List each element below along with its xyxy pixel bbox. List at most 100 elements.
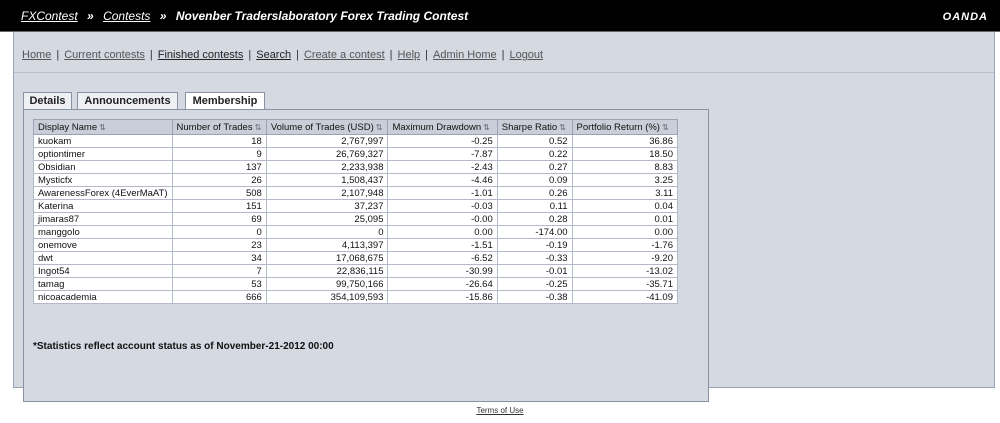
column-header-portfolio-return[interactable]: Portfolio Return (%) ⇅ (571, 119, 679, 135)
cell-number-of-trades: 53 (171, 277, 267, 291)
breadcrumb: FXContest » Contests » Novenber Tradersl… (21, 9, 468, 23)
table-row: onemove 23 4,113,397 -1.51 -0.19 -1.76 (33, 238, 679, 252)
cell-portfolio-return: 0.04 (571, 199, 679, 213)
nav-separator: | (149, 49, 153, 61)
cell-sharpe-ratio: -0.38 (496, 290, 573, 304)
cell-maximum-drawdown: -15.86 (387, 290, 498, 304)
cell-volume-of-trades: 22,836,115 (265, 264, 389, 278)
nav-help-link[interactable]: Help (398, 49, 421, 61)
cell-portfolio-return: -35.71 (571, 277, 679, 291)
nav-separator: | (296, 49, 299, 61)
cell-display-name: onemove (33, 238, 173, 252)
cell-display-name: jimaras87 (33, 212, 173, 226)
cell-maximum-drawdown: -0.25 (387, 134, 498, 148)
table-row: AwarenessForex (4EverMaAT) 508 2,107,948 -1… (33, 186, 679, 200)
cell-sharpe-ratio: 0.09 (496, 173, 573, 187)
cell-portfolio-return: 18.50 (571, 147, 679, 161)
table-row: kuokam 18 2,767,997 -0.25 0.52 36.86 (33, 134, 679, 148)
cell-sharpe-ratio: -0.25 (496, 277, 573, 291)
breadcrumb-current-page: Novenber Traderslaboratory Forex Trading… (175, 9, 469, 23)
cell-maximum-drawdown: -0.03 (387, 199, 498, 213)
cell-sharpe-ratio: 0.52 (496, 134, 573, 148)
column-header-label: Number of Trades (176, 121, 253, 133)
sort-icon[interactable]: ⇅ (483, 123, 490, 132)
sort-icon[interactable]: ⇅ (559, 123, 566, 132)
cell-number-of-trades: 23 (171, 238, 267, 252)
table-row: nicoacademia 666 354,109,593 -15.86 -0.38 -41… (33, 290, 679, 304)
cell-maximum-drawdown: -6.52 (387, 251, 498, 265)
cell-display-name: manggolo (33, 225, 173, 239)
cell-maximum-drawdown: -7.87 (387, 147, 498, 161)
cell-number-of-trades: 151 (171, 199, 267, 213)
terms-of-use-link[interactable]: Terms of Use (476, 406, 523, 415)
sort-icon[interactable]: ⇅ (376, 123, 383, 132)
cell-portfolio-return: 0.01 (571, 212, 679, 226)
cell-display-name: nicoacademia (33, 290, 173, 304)
table-row: manggolo 0 0 0.00 -174.00 0.00 (33, 225, 679, 239)
breadcrumb-contests-link[interactable]: Contests (103, 9, 150, 23)
table-row: Katerina 151 37,237 -0.03 0.11 0.04 (33, 199, 679, 213)
top-bar: FXContest » Contests » Novenber Tradersl… (0, 0, 1000, 32)
tab-announcements[interactable]: Announcements (77, 92, 178, 110)
cell-maximum-drawdown: -30.99 (387, 264, 498, 278)
cell-display-name: Obsidian (33, 160, 173, 174)
cell-portfolio-return: 0.00 (571, 225, 679, 239)
cell-maximum-drawdown: -1.51 (387, 238, 498, 252)
table-row: dwt 34 17,068,675 -6.52 -0.33 -9.20 (33, 251, 679, 265)
cell-portfolio-return: -9.20 (571, 251, 679, 265)
cell-portfolio-return: 8.83 (571, 160, 679, 174)
cell-volume-of-trades: 354,109,593 (265, 290, 389, 304)
sort-icon[interactable]: ⇅ (255, 123, 262, 132)
column-header-number-of-trades[interactable]: Number of Trades ⇅ (171, 119, 267, 135)
cell-volume-of-trades: 37,237 (265, 199, 389, 213)
column-header-label: Portfolio Return (%) (576, 121, 660, 133)
cell-display-name: kuokam (33, 134, 173, 148)
cell-number-of-trades: 18 (171, 134, 267, 148)
column-header-label: Sharpe Ratio (501, 121, 558, 133)
cell-display-name: AwarenessForex (4EverMaAT) (33, 186, 173, 200)
table-row: Mysticfx 26 1,508,437 -4.46 0.09 3.25 (33, 173, 679, 187)
membership-panel: Display Name ⇅ Number of Trades ⇅ Volume o… (23, 109, 709, 402)
cell-maximum-drawdown: -0.00 (387, 212, 498, 226)
column-header-display-name[interactable]: Display Name ⇅ (33, 119, 173, 135)
sort-icon[interactable]: ⇅ (99, 123, 106, 132)
nav-home-link[interactable]: Home (22, 49, 51, 61)
nav-logout-link[interactable]: Logout (509, 49, 543, 61)
cell-number-of-trades: 508 (171, 186, 267, 200)
main-nav: Home | Current contests | Finished contests |… (22, 49, 543, 61)
table-row: Obsidian 137 2,233,938 -2.43 0.27 8.83 (33, 160, 679, 174)
cell-display-name: optiontimer (33, 147, 173, 161)
cell-sharpe-ratio: -0.01 (496, 264, 573, 278)
tab-details[interactable]: Details (23, 92, 72, 110)
nav-search-link[interactable]: Search (256, 49, 291, 61)
cell-volume-of-trades: 0 (265, 225, 389, 239)
sort-icon[interactable]: ⇅ (662, 123, 669, 132)
cell-display-name: dwt (33, 251, 173, 265)
cell-maximum-drawdown: -26.64 (387, 277, 498, 291)
cell-maximum-drawdown: -2.43 (387, 160, 498, 174)
cell-portfolio-return: -13.02 (571, 264, 679, 278)
cell-maximum-drawdown: 0.00 (387, 225, 498, 239)
cell-maximum-drawdown: -4.46 (387, 173, 498, 187)
breadcrumb-separator: » (87, 9, 94, 23)
nav-finished-contests-link[interactable]: Finished contests (158, 49, 244, 61)
nav-create-contest-link[interactable]: Create a contest (304, 49, 385, 61)
nav-current-contests-link[interactable]: Current contests (64, 49, 145, 61)
column-header-maximum-drawdown[interactable]: Maximum Drawdown ⇅ (387, 119, 498, 135)
table-header-row: Display Name ⇅ Number of Trades ⇅ Volume o… (33, 119, 679, 135)
cell-volume-of-trades: 2,767,997 (265, 134, 389, 148)
nav-separator: | (56, 49, 60, 61)
breadcrumb-separator: » (159, 9, 167, 23)
main-content: Home | Current contests | Finished contests |… (13, 32, 995, 402)
cell-portfolio-return: 3.11 (571, 186, 679, 200)
nav-admin-home-link[interactable]: Admin Home (433, 49, 497, 61)
table-row: tamag 53 99,750,166 -26.64 -0.25 -35.71 (33, 277, 679, 291)
breadcrumb-fxcontest-link[interactable]: FXContest (21, 9, 78, 23)
cell-display-name: tamag (33, 277, 173, 291)
footer: Terms of Use (0, 406, 1000, 415)
nav-separator: | (248, 49, 252, 61)
column-header-sharpe-ratio[interactable]: Sharpe Ratio ⇅ (496, 119, 573, 135)
oanda-logo: OANDA (942, 11, 988, 23)
statistics-note: *Statistics reflect account status as of… (33, 341, 334, 352)
column-header-volume-of-trades[interactable]: Volume of Trades (USD) ⇅ (265, 119, 389, 135)
